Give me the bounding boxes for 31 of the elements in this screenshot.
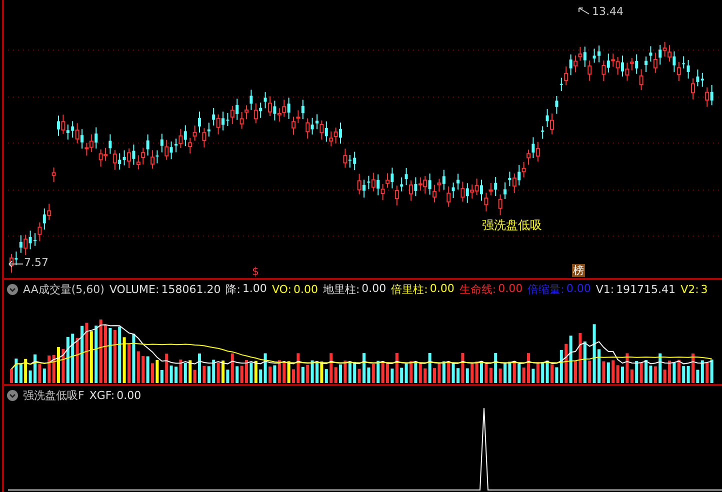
legend-value: 0.00: [116, 388, 142, 402]
legend-label: XGF:: [89, 388, 115, 402]
panel-title: AA成交量(5,60): [23, 282, 104, 296]
legend-value: 0.00: [498, 282, 523, 296]
legend-value: 158061.20: [161, 282, 221, 296]
legend-value: 0.00: [430, 282, 454, 296]
legend-value: 0.00: [293, 282, 318, 296]
signal-label: 强洗盘低吸: [482, 217, 542, 234]
legend-value: 0.00: [566, 282, 591, 296]
legend-value: 3: [700, 282, 708, 296]
legend-label: V1:: [596, 282, 614, 296]
chart-badge: 榜: [572, 264, 585, 277]
legend-label: 生命线:: [459, 282, 496, 296]
dollar-marker: $: [252, 265, 259, 278]
low-price-label: 7.57: [24, 256, 48, 269]
pointer-arrow-icon: [578, 7, 590, 15]
legend-label: 倍里柱:: [391, 282, 428, 296]
legend-value: 0.00: [362, 282, 386, 296]
collapse-icon[interactable]: [7, 390, 18, 400]
legend-value: 191715.41: [616, 282, 676, 296]
legend-label: V2:: [680, 282, 699, 296]
high-price-label: 13.44: [592, 5, 624, 18]
collapse-icon[interactable]: [7, 284, 18, 294]
legend-label: 倍缩量:: [528, 282, 564, 296]
legend-value: 1.00: [242, 282, 267, 296]
legend-label: 地里柱:: [322, 282, 360, 296]
legend-label: VOLUME:: [109, 282, 160, 296]
legend-label: VO:: [272, 282, 292, 296]
legend-label: 降:: [226, 282, 240, 296]
panel-title: 强洗盘低吸F: [23, 388, 84, 402]
pointer-arrow-icon: [8, 260, 24, 268]
